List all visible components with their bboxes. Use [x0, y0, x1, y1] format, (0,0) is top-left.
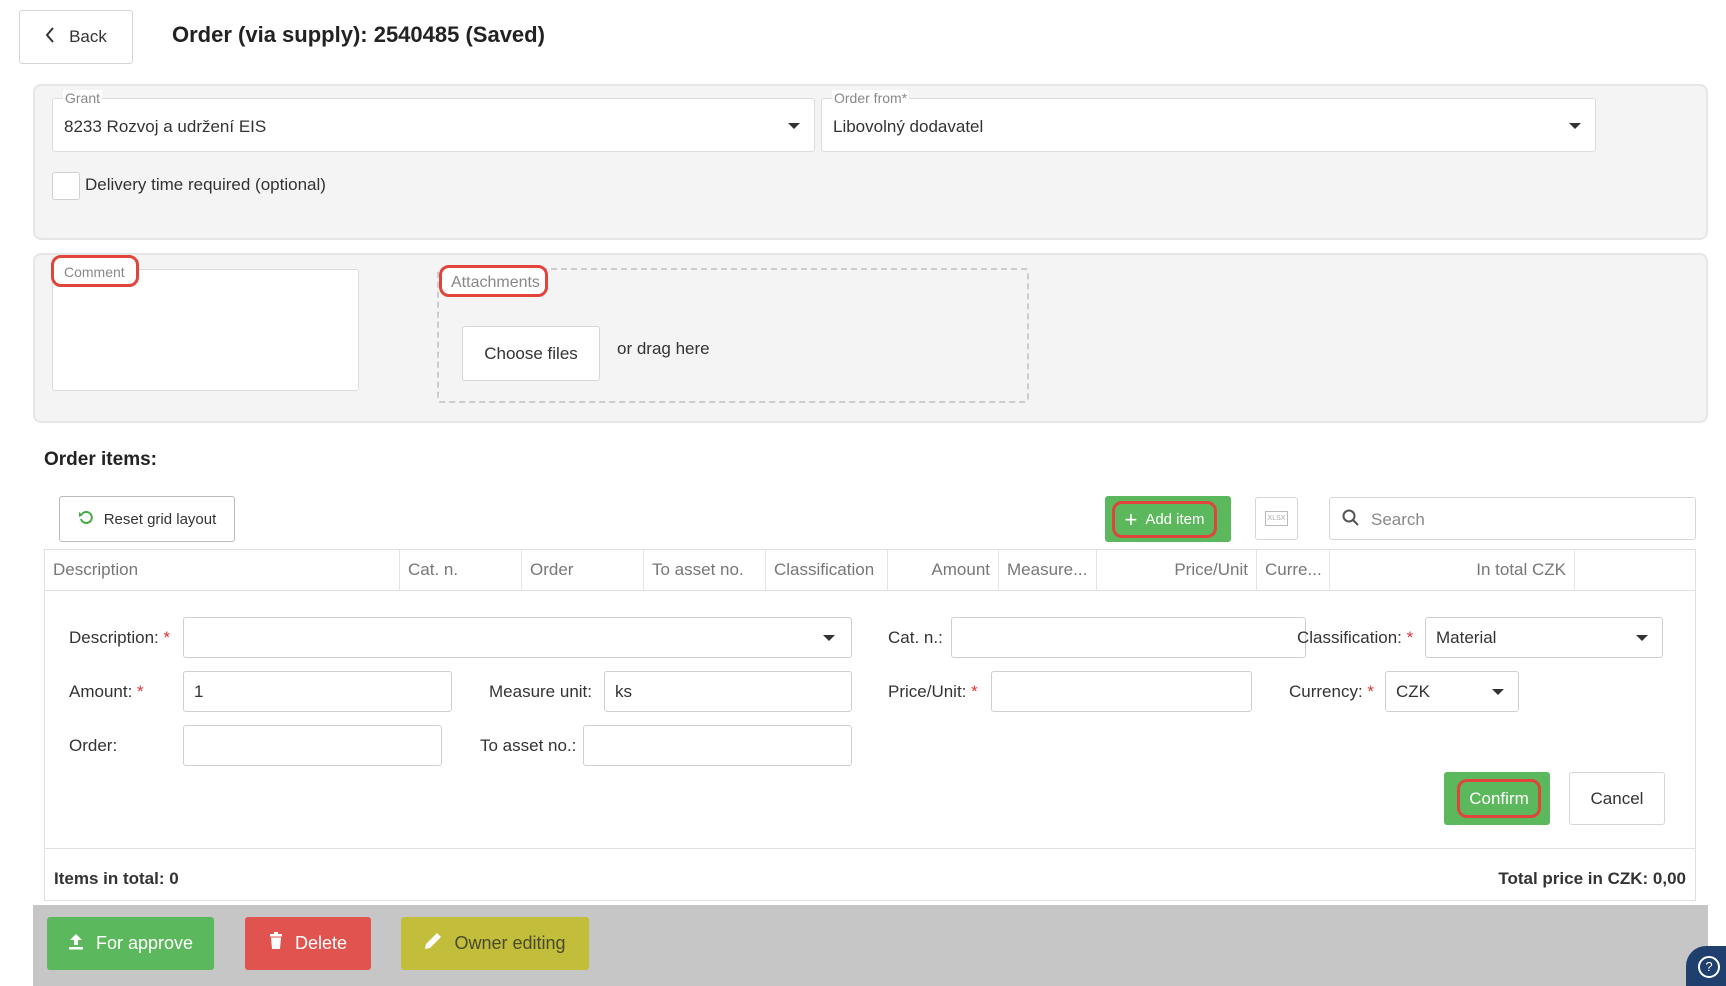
order-from-select[interactable]: Order from* Libovolný dodavatel [821, 90, 1596, 152]
measure-unit-label: Measure unit: [489, 682, 592, 701]
column-header-price-unit[interactable]: Price/Unit [1097, 550, 1257, 590]
back-button[interactable]: Back [19, 10, 133, 64]
column-header-to-asset[interactable]: To asset no. [644, 550, 766, 590]
comment-legend: Comment [64, 264, 125, 280]
chevron-left-icon [45, 26, 55, 48]
chevron-down-icon [788, 123, 800, 129]
currency-value: CZK [1396, 682, 1430, 701]
order-items-heading: Order items: [44, 449, 157, 470]
undo-icon [78, 509, 94, 529]
to-asset-input[interactable] [583, 725, 852, 766]
chevron-down-icon [823, 635, 835, 641]
column-header-measure[interactable]: Measure... [999, 550, 1097, 590]
order-input[interactable] [183, 725, 442, 766]
excel-file-icon: XLSX [1264, 511, 1289, 526]
attachments-legend-highlight: Attachments [439, 265, 548, 297]
column-header-total[interactable]: In total CZK [1330, 550, 1575, 590]
grant-select[interactable]: Grant 8233 Rozvoj a udržení EIS [52, 90, 815, 152]
search-input[interactable]: Search [1329, 497, 1696, 540]
to-asset-label: To asset no.: [480, 736, 577, 755]
delete-label: Delete [294, 933, 348, 953]
column-header-description[interactable]: Description [45, 550, 400, 590]
comment-textarea[interactable] [52, 269, 359, 391]
plus-icon: + [1124, 506, 1138, 532]
back-label: Back [69, 27, 107, 46]
owner-editing-label: Owner editing [454, 933, 566, 953]
drag-hint: or drag here [617, 339, 710, 358]
column-header-classification[interactable]: Classification [766, 550, 888, 590]
chevron-down-icon [1569, 123, 1581, 129]
column-header-cat-n[interactable]: Cat. n. [400, 550, 522, 590]
order-label: Order: [69, 736, 118, 755]
chevron-down-icon [1492, 689, 1504, 695]
reset-grid-button[interactable]: Reset grid layout [59, 496, 235, 542]
price-unit-input[interactable] [991, 671, 1252, 712]
classification-label: Classification: * [1297, 628, 1414, 647]
for-approve-button[interactable]: For approve [47, 917, 214, 970]
order-from-legend: Order from* [832, 90, 910, 106]
item-editor: Description: * Cat. n.: Classification: … [45, 591, 1695, 849]
choose-files-button[interactable]: Choose files [462, 326, 600, 381]
amount-label: Amount: * [69, 682, 144, 701]
total-price: Total price in CZK: 0,00 [1498, 869, 1686, 888]
help-icon: ? [1698, 956, 1720, 978]
grant-value: 8233 Rozvoj a udržení EIS [64, 117, 267, 136]
items-total: Items in total: 0 [54, 869, 179, 888]
delivery-time-checkbox[interactable] [52, 172, 80, 200]
column-header-currency[interactable]: Curre... [1257, 550, 1330, 590]
add-item-highlight: + Add item [1112, 501, 1217, 538]
grant-legend: Grant [63, 90, 103, 106]
chevron-down-icon [1636, 635, 1648, 641]
help-button[interactable]: ? [1686, 946, 1726, 986]
comment-legend-highlight: Comment [51, 255, 139, 287]
description-label: Description: * [69, 628, 171, 647]
column-header-order[interactable]: Order [522, 550, 644, 590]
confirm-highlight: Confirm [1457, 779, 1541, 818]
currency-select[interactable]: CZK [1385, 671, 1519, 712]
column-header-amount[interactable]: Amount [888, 550, 999, 590]
catn-input[interactable] [951, 617, 1306, 658]
grid-header: Description Cat. n. Order To asset no. C… [45, 550, 1695, 591]
classification-value: Material [1436, 628, 1497, 647]
upload-icon [68, 932, 84, 955]
cancel-button[interactable]: Cancel [1569, 772, 1665, 825]
add-item-label: Add item [1145, 511, 1205, 528]
currency-label: Currency: * [1289, 682, 1375, 701]
classification-select[interactable]: Material [1425, 617, 1663, 658]
for-approve-label: For approve [95, 933, 194, 953]
attachments-legend: Attachments [451, 274, 540, 291]
delete-button[interactable]: Delete [245, 917, 371, 970]
measure-unit-input[interactable]: ks [604, 671, 852, 712]
pencil-icon [424, 932, 442, 955]
search-placeholder: Search [1371, 510, 1425, 529]
confirm-label: Confirm [1469, 788, 1529, 808]
order-from-value: Libovolný dodavatel [833, 117, 984, 136]
delivery-time-label: Delivery time required (optional) [85, 175, 326, 194]
search-icon [1342, 509, 1360, 532]
description-select[interactable] [183, 617, 852, 658]
catn-label: Cat. n.: [888, 628, 943, 647]
price-unit-label: Price/Unit: * [888, 682, 978, 701]
export-excel-button[interactable]: XLSX [1255, 497, 1298, 540]
reset-grid-label: Reset grid layout [103, 510, 217, 528]
trash-icon [269, 932, 283, 955]
page-title: Order (via supply): 2540485 (Saved) [172, 22, 545, 47]
amount-input[interactable]: 1 [183, 671, 452, 712]
owner-editing-button[interactable]: Owner editing [401, 917, 589, 970]
items-grid: Description Cat. n. Order To asset no. C… [44, 549, 1696, 901]
